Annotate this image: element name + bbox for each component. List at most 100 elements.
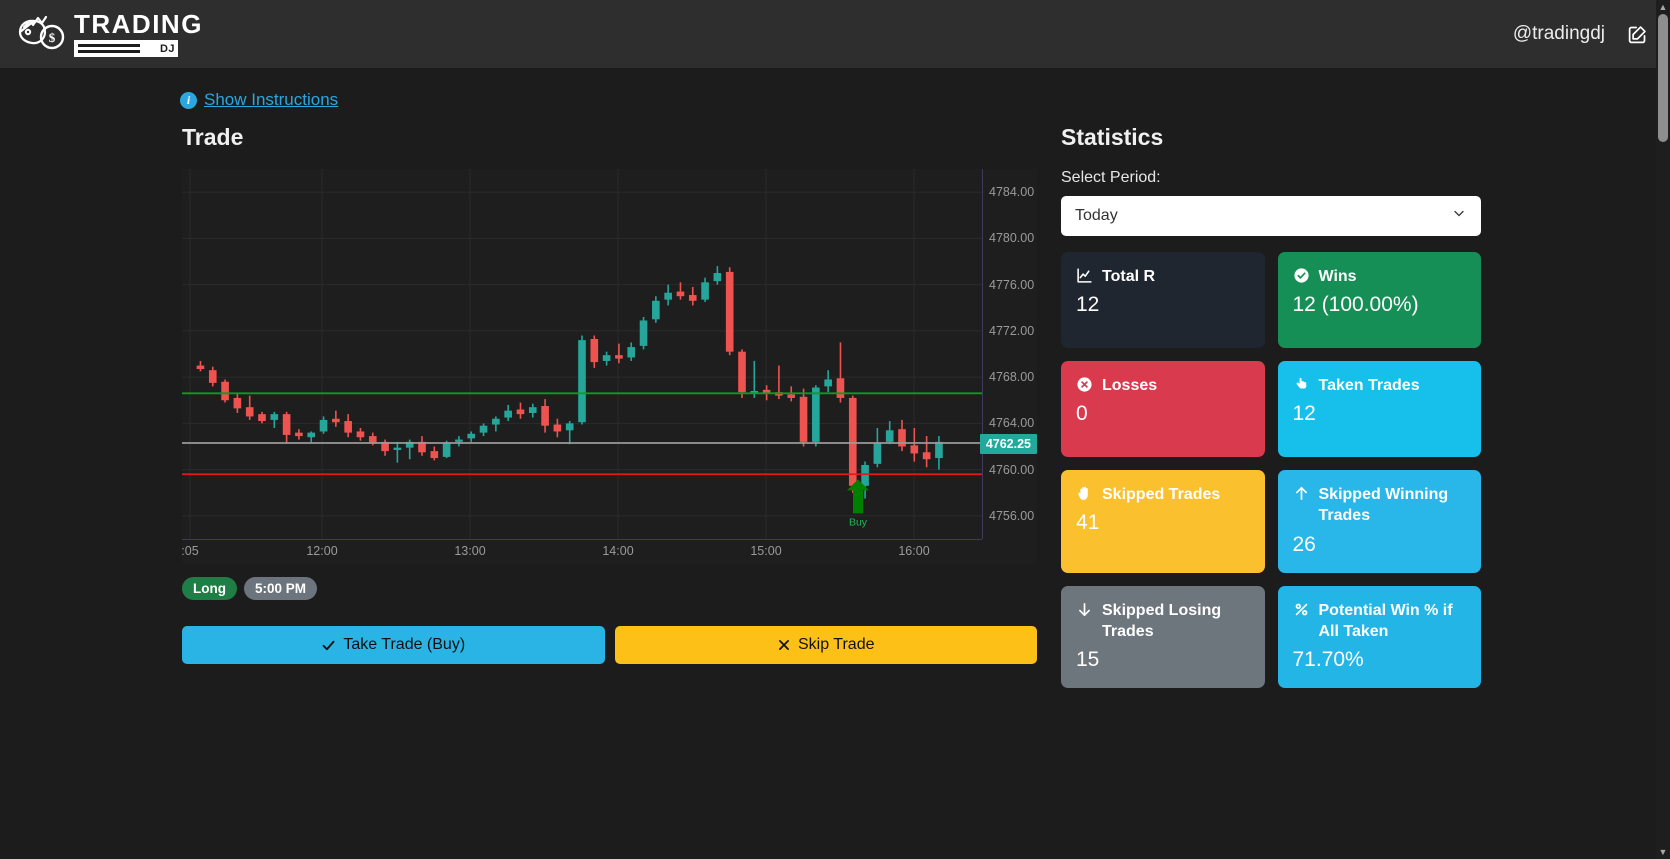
stat-card-header: Skipped Losing Trades <box>1076 600 1250 643</box>
user-handle[interactable]: @tradingdj <box>1513 23 1605 45</box>
time-tick: 16:00 <box>898 544 930 558</box>
statistics-column: Statistics Select Period: Today Total R1… <box>1061 124 1481 689</box>
stat-card-losses: Losses 0 <box>1061 361 1265 457</box>
price-axis: 4784.00 4780.00 4776.00 4772.00 4768.00 4764.… <box>979 169 1037 539</box>
brand-subtitle: DJ <box>159 42 175 55</box>
stat-card-value: 71.70% <box>1292 648 1364 672</box>
trade-badges: Long 5:00 PM <box>182 577 1037 600</box>
stat-card-potential-win-if-all-taken: Potential Win % if All Taken 71.70% <box>1277 585 1481 689</box>
stat-card-value: 12 (100.00%) <box>1292 293 1419 317</box>
percent-icon <box>1293 601 1310 618</box>
direction-badge: Long <box>182 577 237 600</box>
candlestick-chart[interactable]: Buy 4784.00 4780.00 4776.00 4772.00 4768.00 4… <box>182 169 1037 564</box>
x-icon <box>779 640 789 650</box>
stat-card-value: 12 <box>1292 402 1316 426</box>
stat-card-label: Potential Win % if All Taken <box>1318 601 1453 640</box>
stat-card-header: Losses <box>1076 375 1250 396</box>
stat-card-skipped-winning-trades: Skipped Winning Trades 26 <box>1277 470 1481 573</box>
stat-card-label: Skipped Winning Trades <box>1318 486 1449 525</box>
price-tick: 4764.00 <box>989 416 1035 431</box>
pointing-hand-icon <box>1293 376 1310 393</box>
current-price-tag: 4762.25 <box>979 433 1037 454</box>
header-right: @tradingdj <box>1513 23 1648 45</box>
time-tick: :05 <box>182 544 199 558</box>
page-title: Trade <box>182 124 244 150</box>
check-circle-icon <box>1293 267 1310 284</box>
app-header: $ TRADING DJ @tradingdj <box>0 0 1670 68</box>
time-axis: :05 12:00 13:00 14:00 15:00 16:00 <box>182 539 982 564</box>
time-tick: 14:00 <box>602 544 634 558</box>
trade-column: Trade Buy 4784.00 4780.00 4776.00 4772.00 47… <box>182 124 1037 688</box>
price-tick: 4760.00 <box>989 462 1035 477</box>
price-tick: 4784.00 <box>989 185 1035 200</box>
price-tick: 4780.00 <box>989 231 1035 246</box>
time-badge: 5:00 PM <box>244 577 318 600</box>
scroll-down-arrow-icon[interactable]: ▼ <box>1656 845 1670 859</box>
arrow-up-icon <box>1293 485 1310 502</box>
edit-pencil-square-icon[interactable] <box>1627 24 1648 45</box>
stat-card-label: Total R <box>1102 268 1156 285</box>
price-tick: 4776.00 <box>989 277 1035 292</box>
time-tick: 15:00 <box>750 544 782 558</box>
stat-card-label: Skipped Losing Trades <box>1102 601 1222 640</box>
skip-trade-button[interactable]: Skip Trade <box>614 626 1037 664</box>
stat-card-skipped-trades: Skipped Trades 41 <box>1061 470 1265 573</box>
stat-card-label: Losses <box>1102 377 1158 394</box>
chart-svg: Buy <box>182 169 982 539</box>
price-tick: 4772.00 <box>989 323 1035 338</box>
svg-text:$: $ <box>49 30 56 45</box>
period-select-value: Today <box>1075 207 1118 224</box>
stat-card-label: Taken Trades <box>1318 377 1420 394</box>
tradingdj-mascot-icon: $ <box>18 15 65 50</box>
raised-hand-icon <box>1076 485 1093 502</box>
statistics-title: Statistics <box>1061 124 1164 150</box>
page-scrollbar[interactable]: ▲ ▼ <box>1656 0 1670 859</box>
chart-plot-area: Buy <box>182 169 982 539</box>
trade-actions: Take Trade (Buy) Skip Trade <box>182 626 1037 664</box>
stat-card-total-r: Total R 12 <box>1061 252 1265 348</box>
stat-card-label: Wins <box>1318 268 1357 285</box>
instructions-row: i Show Instructions <box>0 68 1670 110</box>
stat-card-header: Taken Trades <box>1293 375 1467 396</box>
stat-card-value: 15 <box>1076 648 1100 672</box>
scrollbar-thumb[interactable] <box>1658 14 1668 142</box>
stat-card-value: 26 <box>1292 532 1316 556</box>
stat-card-value: 12 <box>1076 293 1100 317</box>
show-instructions-label: Show Instructions <box>204 90 339 109</box>
skip-trade-label: Skip Trade <box>798 636 875 653</box>
arrow-down-icon <box>1076 601 1093 618</box>
take-trade-label: Take Trade (Buy) <box>343 636 466 653</box>
line-chart-icon <box>1076 267 1093 284</box>
stat-card-header: Total R <box>1076 266 1250 287</box>
stat-card-header: Skipped Winning Trades <box>1293 484 1467 527</box>
app-root: $ TRADING DJ @tradingdj i Show Instructi… <box>0 0 1670 859</box>
select-period-label: Select Period: <box>1061 169 1161 186</box>
page-body: i Show Instructions Trade Buy 4784.00 478… <box>0 68 1670 689</box>
stat-card-value: 41 <box>1076 511 1100 535</box>
brand-mixer-bars-icon: DJ <box>74 40 178 57</box>
brand-logo-group[interactable]: $ TRADING DJ <box>14 11 203 57</box>
stat-card-skipped-losing-trades: Skipped Losing Trades 15 <box>1061 585 1265 689</box>
buy-marker-label: Buy <box>849 516 868 528</box>
stat-card-value: 0 <box>1076 402 1088 426</box>
stat-card-header: Wins <box>1293 266 1467 287</box>
take-trade-button[interactable]: Take Trade (Buy) <box>182 626 605 664</box>
show-instructions-link[interactable]: i Show Instructions <box>180 90 338 110</box>
stat-card-taken-trades: Taken Trades 12 <box>1277 361 1481 457</box>
period-select[interactable]: Today <box>1061 196 1481 236</box>
time-tick: 12:00 <box>306 544 338 558</box>
chevron-down-icon <box>1451 206 1467 227</box>
scroll-up-arrow-icon[interactable]: ▲ <box>1656 0 1670 14</box>
check-icon <box>322 640 335 650</box>
stat-card-wins: Wins 12 (100.00%) <box>1277 252 1481 348</box>
statistics-grid: Total R 12 Wins 12 (100.00%) Losses 0 Taken Tr… <box>1061 252 1481 689</box>
brand-title: TRADING <box>74 9 203 39</box>
price-tick: 4756.00 <box>989 508 1035 523</box>
stat-card-header: Potential Win % if All Taken <box>1293 600 1467 643</box>
time-tick: 13:00 <box>454 544 486 558</box>
stat-card-label: Skipped Trades <box>1102 486 1221 503</box>
price-tick: 4768.00 <box>989 370 1035 385</box>
x-circle-icon <box>1076 376 1093 393</box>
main-columns: Trade Buy 4784.00 4780.00 4776.00 4772.00 47… <box>0 110 1670 689</box>
info-circle-icon: i <box>180 91 197 109</box>
